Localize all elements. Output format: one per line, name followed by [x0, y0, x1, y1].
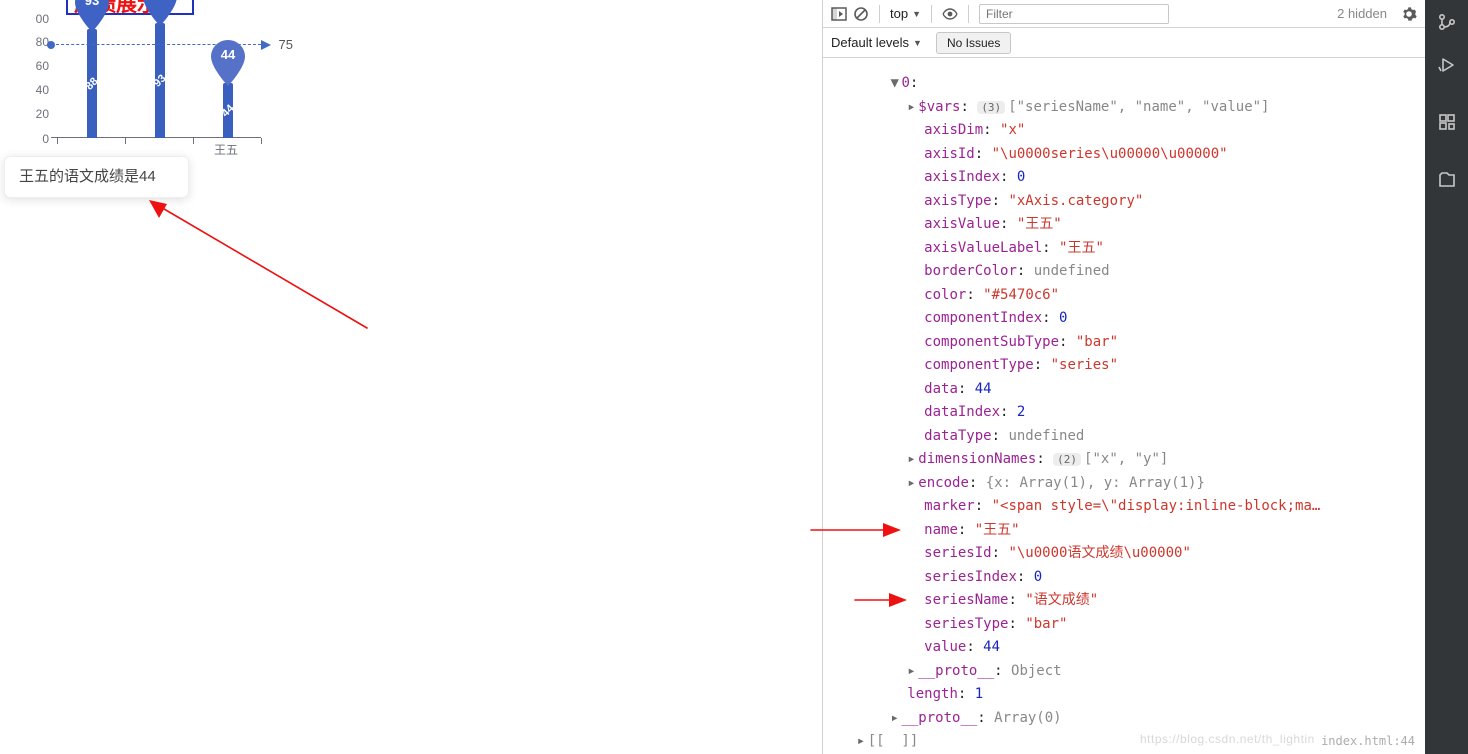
- hidden-count[interactable]: 2 hidden: [1337, 6, 1387, 21]
- console-output[interactable]: ▼0: ▸$vars: (3)["seriesName", "name", "v…: [823, 58, 1425, 754]
- bar-0[interactable]: 88: [87, 29, 97, 138]
- context-selector[interactable]: top ▼: [890, 6, 921, 21]
- x-label-2: 王五: [201, 141, 251, 158]
- bar-chart: 成绩展示 0 20 40 60 80 00 88 93 44 75 93: [13, 0, 293, 160]
- bar-2[interactable]: 44: [223, 83, 233, 138]
- files-icon[interactable]: [1425, 157, 1468, 200]
- y-axis: 0 20 40 60 80 00: [25, 19, 49, 139]
- annotation-arrow: [145, 196, 375, 336]
- pin-2: 44: [211, 40, 245, 86]
- filter-input[interactable]: [979, 4, 1169, 24]
- clear-console-icon[interactable]: [853, 6, 869, 22]
- console-toolbar: top ▼ 2 hidden: [823, 0, 1425, 28]
- pin-1: 93: [143, 0, 177, 26]
- settings-icon[interactable]: [1401, 6, 1417, 22]
- vcs-icon[interactable]: [1425, 0, 1468, 43]
- live-expression-icon[interactable]: [942, 6, 958, 22]
- levels-selector[interactable]: Default levels ▼: [831, 35, 922, 50]
- filter-input-wrapper: [979, 4, 1169, 24]
- extensions-icon[interactable]: [1425, 100, 1468, 143]
- activity-bar: [1425, 0, 1468, 754]
- console-subbar: Default levels ▼ No Issues: [823, 28, 1425, 58]
- issues-button[interactable]: No Issues: [936, 32, 1011, 54]
- pin-0: 93: [75, 0, 109, 32]
- bar-1[interactable]: 93: [155, 23, 165, 138]
- chart-tooltip: 王五的语文成绩是44: [4, 156, 189, 198]
- source-link[interactable]: index.html:44: [1321, 730, 1415, 754]
- run-icon[interactable]: [1425, 43, 1468, 86]
- toggle-sidebar-icon[interactable]: [831, 6, 847, 22]
